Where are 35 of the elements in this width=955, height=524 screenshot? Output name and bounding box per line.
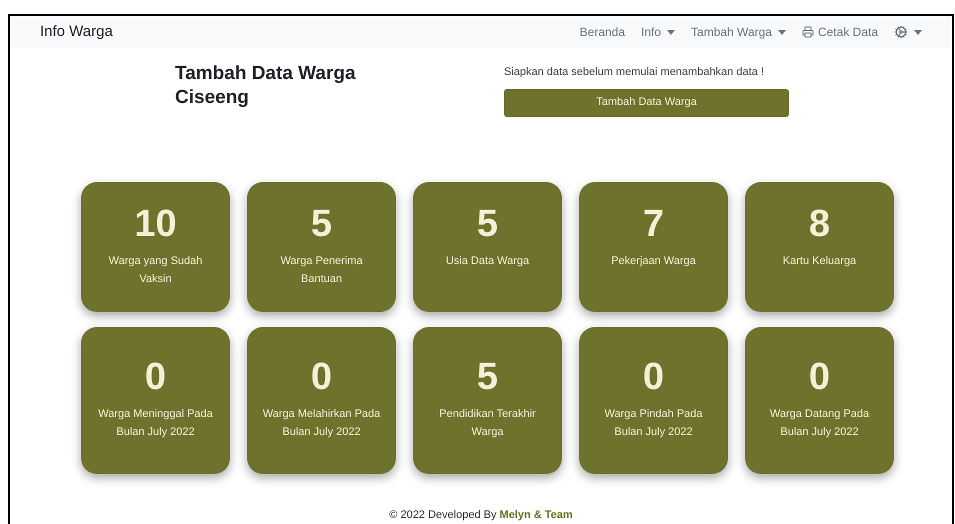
nav-dropdown[interactable]: Tambah Warga: [691, 23, 786, 41]
stat-value: 10: [134, 202, 177, 246]
stat-label: Warga Melahirkan Pada Bulan July 2022: [262, 407, 382, 440]
caret-icon: [667, 30, 676, 34]
stat-value: 5: [476, 202, 498, 246]
stat-value: 0: [808, 355, 830, 399]
stat-label: Warga Pindah Pada Bulan July 2022: [603, 407, 704, 440]
stat-label: Warga Meninggal Pada Bulan July 2022: [97, 407, 214, 440]
add-data-button[interactable]: Tambah Data Warga: [504, 88, 789, 116]
instruction-text: Siapkan data sebelum memulai menambahkan data !: [504, 65, 765, 80]
stat-label: Kartu Keluarga: [782, 254, 856, 269]
stat-value: 0: [144, 355, 166, 399]
stat-value: 0: [310, 355, 332, 399]
caret-icon: [778, 30, 786, 34]
settings-dropdown[interactable]: [894, 25, 922, 39]
stat-value: 0: [642, 355, 664, 399]
stat-label: Usia Data Warga: [446, 254, 530, 269]
stat-label: Pendidikan Terakhir Warga: [438, 407, 537, 440]
printer-icon: [802, 26, 814, 38]
stat-label: Warga yang Sudah Vaksin: [108, 254, 204, 287]
nav-link[interactable]: Beranda: [580, 23, 626, 41]
stat-value: 7: [642, 202, 664, 246]
stat-value: 5: [310, 202, 332, 246]
stat-label: Pekerjaan Warga: [611, 254, 696, 269]
page-title: Tambah Data Warga Ciseeng: [175, 62, 357, 110]
stat-value: 8: [808, 202, 830, 246]
nav-link[interactable]: Cetak Data: [802, 23, 878, 41]
caret-icon: [914, 30, 922, 34]
stat-label: Warga Penerima Bantuan: [279, 254, 364, 287]
nav-dropdown[interactable]: Info: [641, 23, 676, 41]
navbar-brand[interactable]: Info Warga: [40, 20, 113, 44]
stat-value: 5: [476, 355, 498, 399]
stat-label: Warga Datang Pada Bulan July 2022: [768, 407, 870, 440]
footer-text: © 2022 Developed By Melyn & Team: [388, 508, 574, 522]
settings-icon: [894, 25, 908, 39]
